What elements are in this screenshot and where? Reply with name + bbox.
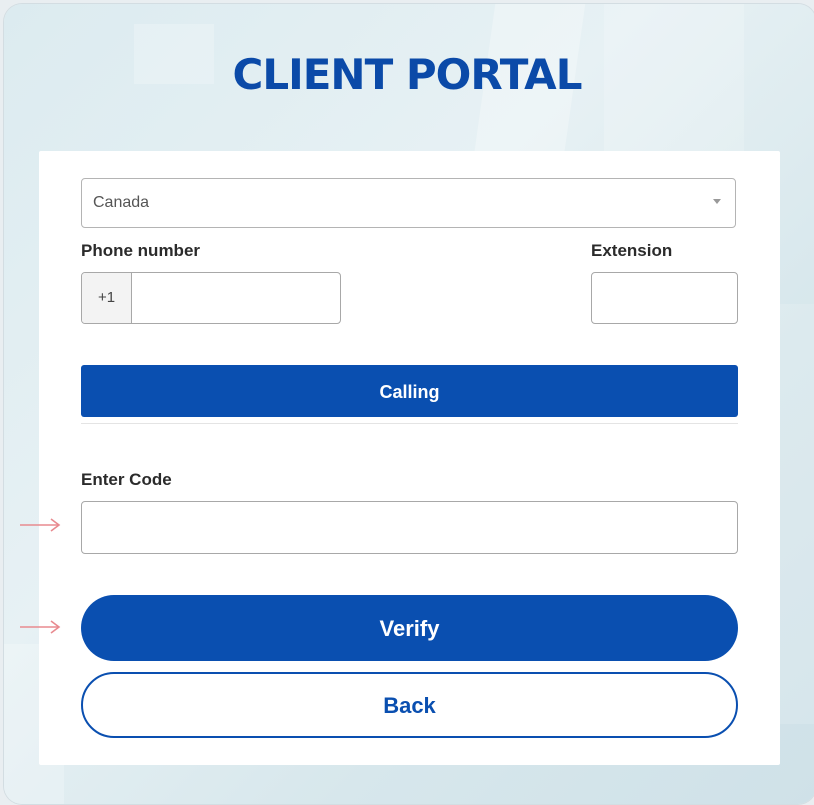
phone-number-group: +1 [81, 272, 341, 324]
arrow-right-icon [20, 518, 61, 532]
calling-button[interactable]: Calling [81, 365, 738, 417]
country-select[interactable]: Canada [81, 178, 736, 228]
chevron-down-icon [713, 199, 721, 204]
divider [81, 423, 738, 424]
country-select-value: Canada [93, 194, 150, 211]
code-input[interactable] [81, 501, 738, 554]
extension-input[interactable] [591, 272, 738, 324]
enter-code-label: Enter Code [81, 470, 172, 489]
back-button[interactable]: Back [81, 672, 738, 738]
arrow-right-icon [20, 620, 61, 634]
verify-button[interactable]: Verify [81, 595, 738, 661]
country-code-prefix: +1 [82, 273, 132, 323]
page-title: CLIENT PORTAL [232, 50, 583, 99]
phone-number-label: Phone number [81, 241, 201, 260]
phone-number-input[interactable] [132, 273, 340, 323]
extension-label: Extension [591, 241, 673, 260]
verification-card: Canada Phone number Extension +1 Calling… [39, 151, 780, 765]
